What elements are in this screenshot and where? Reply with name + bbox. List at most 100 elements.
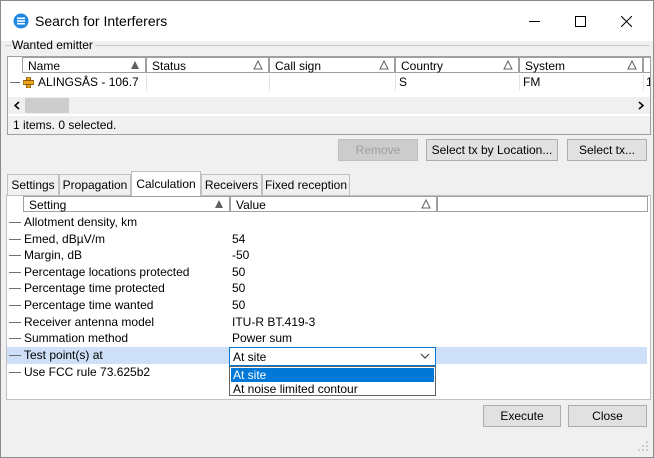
tree-line xyxy=(9,322,21,323)
column-header-system[interactable]: System xyxy=(519,57,643,73)
cell-divider xyxy=(643,74,644,91)
setting-label: Emed, dBµV/m xyxy=(24,232,105,246)
emitter-system: FM xyxy=(523,75,541,89)
column-header-call-sign[interactable]: Call sign xyxy=(269,57,395,73)
tree-line xyxy=(9,372,21,373)
setting-row-time-protected[interactable]: Percentage time protected 50 xyxy=(7,280,647,297)
column-header-value[interactable]: Value xyxy=(230,196,437,212)
tree-line xyxy=(9,305,21,306)
column-header-name[interactable]: Name xyxy=(22,57,146,73)
scrollbar-thumb[interactable] xyxy=(25,98,69,113)
sort-ascending-icon xyxy=(131,61,139,69)
scroll-right-icon[interactable] xyxy=(637,101,645,110)
column-header-empty[interactable] xyxy=(437,196,648,212)
tree-line xyxy=(10,82,20,83)
tab-fixed-reception[interactable]: Fixed reception xyxy=(262,174,350,195)
tree-line xyxy=(9,355,21,356)
status-bar: 1 items. 0 selected. xyxy=(7,116,651,135)
window-title: Search for Interferers xyxy=(35,13,168,29)
tab-calculation[interactable]: Calculation xyxy=(131,171,201,196)
setting-value: Power sum xyxy=(232,331,293,345)
cell-divider xyxy=(395,74,396,91)
sort-icon xyxy=(253,60,263,70)
setting-label: Percentage time protected xyxy=(24,281,165,295)
setting-value: 50 xyxy=(232,298,246,312)
group-divider xyxy=(5,45,11,46)
tree-line xyxy=(9,222,21,223)
setting-label: Allotment density, km xyxy=(24,215,138,229)
cell-divider xyxy=(146,74,147,91)
select-tx-button[interactable]: Select tx... xyxy=(567,139,647,161)
remove-button[interactable]: Remove xyxy=(338,139,418,161)
tab-settings[interactable]: Settings xyxy=(7,174,59,195)
test-points-dropdown-list: At site At noise limited contour xyxy=(229,366,436,396)
chevron-down-icon[interactable] xyxy=(420,353,430,360)
transmitter-cross-icon xyxy=(23,77,34,88)
execute-button[interactable]: Execute xyxy=(483,405,561,427)
sort-icon xyxy=(379,60,389,70)
tree-line xyxy=(9,338,21,339)
setting-label: Receiver antenna model xyxy=(24,315,155,329)
tree-line xyxy=(9,272,21,273)
setting-value: -50 xyxy=(232,248,250,262)
close-button[interactable]: Close xyxy=(568,405,647,427)
setting-row-locations-protected[interactable]: Percentage locations protected 50 xyxy=(7,264,647,281)
column-header-setting[interactable]: Setting xyxy=(23,196,230,212)
maximize-button[interactable] xyxy=(557,1,603,41)
setting-row-antenna-model[interactable]: Receiver antenna model ITU-R BT.419-3 xyxy=(7,314,647,331)
setting-value: 54 xyxy=(232,232,246,246)
tree-line xyxy=(9,288,21,289)
close-icon xyxy=(620,15,632,27)
dropdown-option-noise-limited-contour[interactable]: At noise limited contour xyxy=(231,382,434,396)
setting-row-time-wanted[interactable]: Percentage time wanted 50 xyxy=(7,297,647,314)
cell-divider xyxy=(519,74,520,91)
minimize-icon xyxy=(528,20,540,22)
tab-receivers[interactable]: Receivers xyxy=(201,174,262,195)
setting-row-emed[interactable]: Emed, dBµV/m 54 xyxy=(7,231,647,248)
maximize-icon xyxy=(574,15,586,27)
emitter-extra: 1 xyxy=(646,75,650,89)
column-header-status[interactable]: Status xyxy=(146,57,269,73)
setting-label: Use FCC rule 73.625b2 xyxy=(24,365,151,379)
sort-icon xyxy=(627,60,637,70)
search-interferers-window: Search for Interferers Wanted emitter Na… xyxy=(0,0,654,458)
sort-ascending-icon xyxy=(215,200,223,208)
wanted-emitter-label: Wanted emitter xyxy=(12,38,93,52)
cell-divider xyxy=(269,74,270,91)
table-row[interactable]: ALINGSÅS - 106.7 S FM 1 xyxy=(8,74,650,91)
setting-label: Test point(s) at xyxy=(24,348,103,362)
setting-value: 50 xyxy=(232,281,246,295)
dropdown-option-at-site[interactable]: At site xyxy=(231,368,434,382)
select-tx-by-location-button[interactable]: Select tx by Location... xyxy=(426,139,558,161)
test-points-selected-value: At site xyxy=(233,350,267,364)
setting-label: Summation method xyxy=(24,331,129,345)
emitter-grid: Name Status Call sign Country System ALI… xyxy=(7,56,651,118)
resize-grip-icon[interactable] xyxy=(637,440,649,452)
setting-label: Margin, dB xyxy=(24,248,83,262)
tab-propagation[interactable]: Propagation xyxy=(59,174,131,195)
setting-row-allotment-density[interactable]: Allotment density, km xyxy=(7,214,647,231)
scroll-left-icon[interactable] xyxy=(13,101,21,110)
tree-line xyxy=(9,239,21,240)
close-window-button[interactable] xyxy=(603,1,649,41)
group-divider xyxy=(95,45,649,46)
status-text: 1 items. 0 selected. xyxy=(13,118,117,132)
minimize-button[interactable] xyxy=(511,1,557,41)
setting-label: Percentage time wanted xyxy=(24,298,154,312)
horizontal-scrollbar[interactable] xyxy=(8,97,650,114)
test-points-select[interactable]: At site xyxy=(229,347,436,366)
setting-row-summation-method[interactable]: Summation method Power sum xyxy=(7,330,647,347)
column-header-country[interactable]: Country xyxy=(395,57,519,73)
setting-row-margin[interactable]: Margin, dB -50 xyxy=(7,247,647,264)
emitter-name: ALINGSÅS - 106.7 xyxy=(38,75,139,89)
tree-line xyxy=(9,255,21,256)
sort-icon xyxy=(503,60,513,70)
sort-icon xyxy=(421,199,431,209)
title-bar: Search for Interferers xyxy=(1,1,653,41)
setting-label: Percentage locations protected xyxy=(24,265,190,279)
app-icon xyxy=(13,13,29,29)
column-header-extra[interactable] xyxy=(643,57,650,73)
setting-value: 50 xyxy=(232,265,246,279)
setting-value: ITU-R BT.419-3 xyxy=(232,315,316,329)
emitter-country: S xyxy=(399,75,408,89)
